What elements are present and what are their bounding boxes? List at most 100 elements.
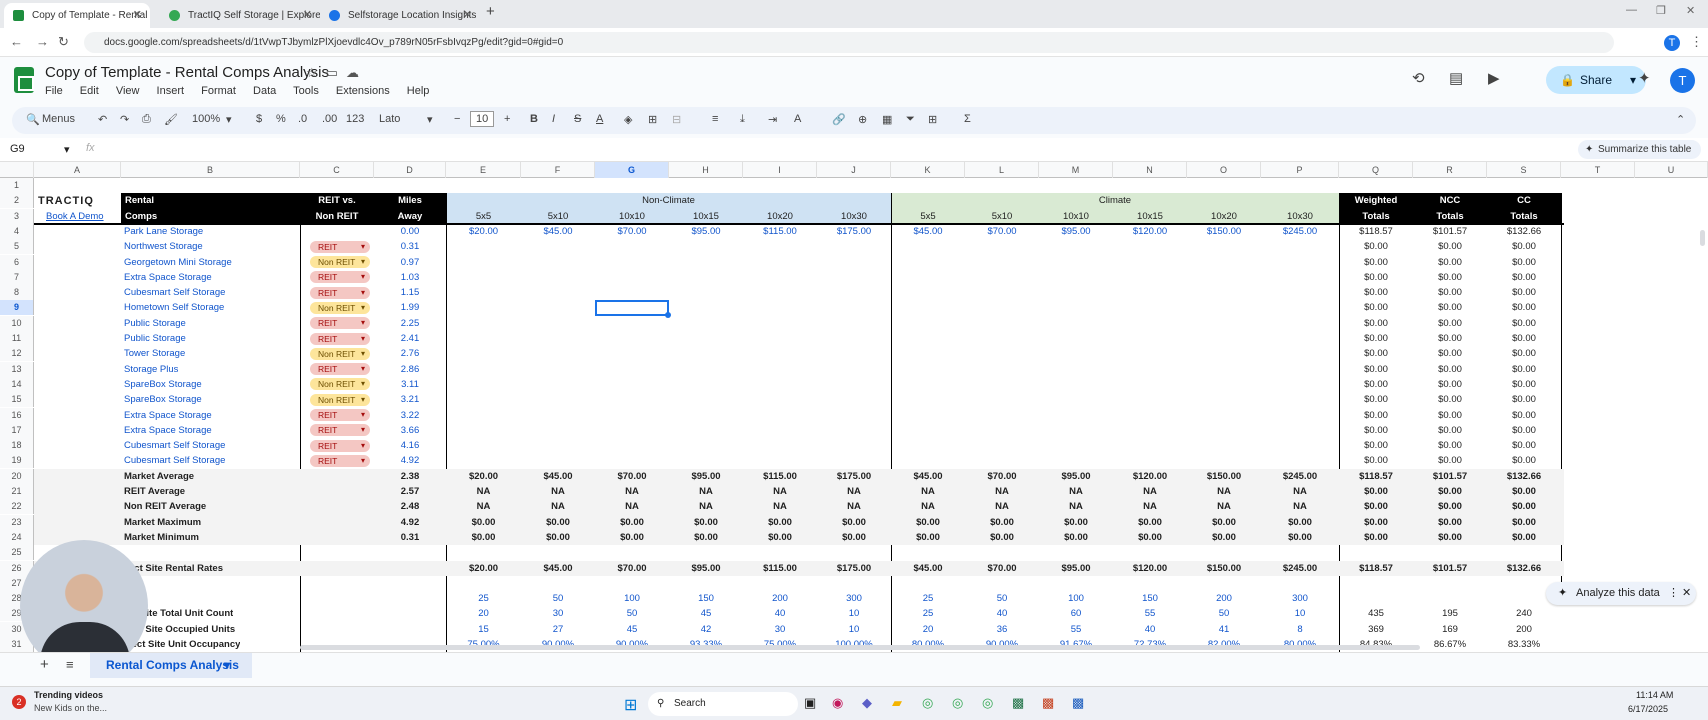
column-header-h[interactable]: H xyxy=(669,162,743,178)
chevron-down-icon[interactable]: ▾ xyxy=(1630,66,1636,94)
powerpoint-icon[interactable]: ▩ xyxy=(1042,695,1054,711)
column-header-u[interactable]: U xyxy=(1635,162,1708,178)
back-icon[interactable]: ← xyxy=(10,34,23,49)
chrome-icon[interactable]: ◎ xyxy=(982,695,993,711)
search-menus-button[interactable]: Menus xyxy=(42,113,75,125)
row-header-22[interactable]: 22 xyxy=(0,499,34,515)
browser-tab-sheets[interactable]: Copy of Template - Rental Com ✕ xyxy=(4,3,150,28)
column-header-f[interactable]: F xyxy=(521,162,595,178)
summarize-table-button[interactable]: ✦ Summarize this table xyxy=(1578,140,1702,159)
clock-date[interactable]: 6/17/2025 xyxy=(1628,704,1668,714)
chevron-down-icon[interactable]: ▾ xyxy=(224,653,230,678)
italic-button[interactable]: I xyxy=(552,113,555,125)
cloud-status-icon[interactable]: ☁ xyxy=(346,65,367,80)
reit-type-dropdown[interactable]: Non REIT xyxy=(310,347,370,360)
account-avatar[interactable]: T xyxy=(1670,68,1695,93)
comments-icon[interactable]: ▤ xyxy=(1449,69,1463,87)
column-header-g[interactable]: G xyxy=(595,162,669,178)
menu-format[interactable]: Format xyxy=(201,85,236,97)
row-header-14[interactable]: 14 xyxy=(0,376,34,392)
horizontal-scrollbar[interactable] xyxy=(300,645,1420,650)
column-header-j[interactable]: J xyxy=(817,162,891,178)
menu-help[interactable]: Help xyxy=(407,85,430,97)
menu-edit[interactable]: Edit xyxy=(80,85,99,97)
format-percent-button[interactable]: % xyxy=(276,113,286,125)
borders-icon[interactable]: ⊞ xyxy=(648,113,657,126)
text-rotation-icon[interactable]: A xyxy=(794,113,801,125)
reit-type-dropdown[interactable]: REIT xyxy=(310,424,370,437)
comp-name[interactable]: Public Storage xyxy=(124,331,299,346)
format-currency-button[interactable]: $ xyxy=(256,113,262,125)
font-select[interactable]: Lato xyxy=(379,113,400,125)
row-header-25[interactable]: 25 xyxy=(0,545,34,561)
strikethrough-button[interactable]: S xyxy=(574,113,581,125)
menu-extensions[interactable]: Extensions xyxy=(336,85,390,97)
print-icon[interactable]: ⎙ xyxy=(142,113,151,126)
menu-insert[interactable]: Insert xyxy=(157,85,185,97)
comp-name[interactable]: Northwest Storage xyxy=(124,239,299,254)
word-icon[interactable]: ▩ xyxy=(1072,695,1084,711)
collapse-toolbar-icon[interactable]: ⌃ xyxy=(1676,113,1685,126)
row-header-16[interactable]: 16 xyxy=(0,407,34,423)
reit-type-dropdown[interactable]: REIT xyxy=(310,409,370,421)
comp-name[interactable]: Cubesmart Self Storage xyxy=(124,453,299,468)
filter-views-icon[interactable]: ⊞ xyxy=(928,113,937,126)
sheets-logo-icon[interactable] xyxy=(14,67,34,93)
column-header-d[interactable]: D xyxy=(374,162,446,178)
row-header-21[interactable]: 21 xyxy=(0,484,34,499)
more-options-icon[interactable]: ⋮ xyxy=(1668,582,1679,605)
align-left-icon[interactable]: ≡ xyxy=(712,113,718,125)
row-header-9[interactable]: 9 xyxy=(0,300,34,316)
url-field[interactable]: docs.google.com/spreadsheets/d/1tVwpTJby… xyxy=(84,32,1614,53)
column-header-q[interactable]: Q xyxy=(1339,162,1413,178)
copilot-icon[interactable]: ◉ xyxy=(832,695,843,711)
close-tab-icon[interactable]: ✕ xyxy=(303,3,312,28)
row-header-18[interactable]: 18 xyxy=(0,438,34,454)
comp-name[interactable]: SpareBox Storage xyxy=(124,377,299,392)
close-icon[interactable]: ✕ xyxy=(1682,582,1691,605)
reit-type-dropdown[interactable]: REIT xyxy=(310,240,370,253)
close-tab-icon[interactable]: ✕ xyxy=(463,3,472,28)
font-size-input[interactable]: 10 xyxy=(470,111,495,127)
column-header-o[interactable]: O xyxy=(1187,162,1261,178)
add-sheet-icon[interactable]: + xyxy=(40,656,49,673)
teams-icon[interactable]: ◆ xyxy=(862,695,872,711)
text-wrap-icon[interactable]: ⇥ xyxy=(768,113,777,126)
book-demo-link[interactable]: Book A Demo xyxy=(46,209,120,224)
star-icon[interactable]: ☆ xyxy=(306,65,326,80)
row-header-12[interactable]: 12 xyxy=(0,346,34,362)
reit-type-dropdown[interactable]: REIT xyxy=(310,439,370,452)
number-format-button[interactable]: 123 xyxy=(346,113,364,125)
reit-type-dropdown[interactable]: Non REIT xyxy=(310,393,370,406)
comp-name[interactable]: Hometown Self Storage xyxy=(124,300,299,315)
row-header-20[interactable]: 20 xyxy=(0,468,34,484)
functions-icon[interactable]: Σ xyxy=(964,113,971,125)
insert-link-icon[interactable]: 🔗 xyxy=(832,113,846,126)
row-header-15[interactable]: 15 xyxy=(0,392,34,408)
comp-name[interactable]: Public Storage xyxy=(124,316,299,331)
comp-name[interactable]: Storage Plus xyxy=(124,362,299,377)
comp-name[interactable]: Extra Space Storage xyxy=(124,423,299,438)
excel-icon[interactable]: ▩ xyxy=(1012,695,1024,711)
zoom-select[interactable]: 100% xyxy=(192,113,220,125)
column-header-i[interactable]: I xyxy=(743,162,817,178)
merge-cells-icon[interactable]: ⊟ xyxy=(672,113,681,126)
comp-name[interactable]: SpareBox Storage xyxy=(124,392,299,407)
column-header-b[interactable]: B xyxy=(121,162,300,178)
paint-format-icon[interactable]: 🖌 xyxy=(164,113,178,126)
row-header-3[interactable]: 3 xyxy=(0,208,34,224)
sheet-tab-rental-comps[interactable]: Rental Comps Analysis ▾ xyxy=(90,653,252,678)
share-button[interactable]: 🔒 Share ▾ xyxy=(1546,66,1646,94)
reit-type-dropdown[interactable]: REIT xyxy=(310,271,370,284)
undo-icon[interactable]: ↶ xyxy=(98,113,107,126)
row-header-2[interactable]: 2 xyxy=(0,193,34,209)
vertical-align-icon[interactable]: ⤓ xyxy=(740,113,745,126)
chevron-down-icon[interactable]: ▾ xyxy=(427,113,433,126)
comp-name[interactable]: Cubesmart Self Storage xyxy=(124,285,299,300)
name-box[interactable]: G9 xyxy=(10,143,25,155)
forward-icon[interactable]: → xyxy=(36,34,49,49)
close-tab-icon[interactable]: ✕ xyxy=(133,3,142,28)
decrease-decimal-button[interactable]: .0 xyxy=(298,113,307,125)
select-all-corner[interactable] xyxy=(0,162,34,178)
doc-title[interactable]: Copy of Template - Rental Comps Analysis xyxy=(45,64,329,81)
